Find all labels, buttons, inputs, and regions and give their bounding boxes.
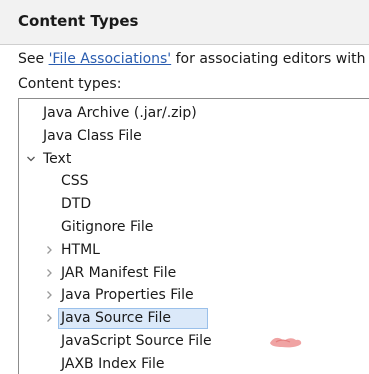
tree-item[interactable]: JAXB Index File — [19, 353, 369, 374]
chevron-right-icon[interactable] — [43, 284, 55, 306]
page-title: Content Types — [18, 12, 139, 30]
tree-item[interactable]: DTD — [19, 193, 369, 215]
tree-item-label: JAXB Index File — [61, 355, 165, 372]
description-text: See 'File Associations' for associating … — [18, 51, 365, 67]
tree-item[interactable]: Text — [19, 148, 369, 170]
chevron-right-icon[interactable] — [43, 239, 55, 261]
tree-item-label: Java Class File — [43, 127, 142, 144]
description-prefix: See — [18, 51, 49, 67]
tree-item[interactable]: Java Properties File — [19, 284, 369, 306]
tree-item-label: JavaScript Source File — [61, 333, 212, 349]
tree-item-label: DTD — [61, 196, 92, 213]
tree-item[interactable]: Java Archive (.jar/.zip) — [19, 102, 369, 124]
cursor-smudge — [270, 337, 302, 348]
chevron-right-icon[interactable] — [43, 307, 55, 329]
content-types-label: Content types: — [18, 76, 122, 92]
page-header: Content Types — [0, 0, 369, 45]
content-types-page: Content Types See 'File Associations' fo… — [0, 0, 369, 374]
tree-item-label: CSS — [61, 173, 89, 190]
tree-item-label: Text — [43, 150, 72, 167]
chevron-down-icon[interactable] — [25, 148, 37, 170]
tree-item-label: HTML — [61, 241, 100, 258]
file-associations-link[interactable]: 'File Associations' — [49, 51, 172, 67]
tree-item-label: Gitignore File — [61, 219, 154, 235]
tree-item[interactable]: Java Class File — [19, 125, 369, 147]
tree-item[interactable]: Java Source File — [19, 307, 369, 330]
tree-item[interactable]: HTML — [19, 239, 369, 261]
tree-item-label: Java Properties File — [61, 287, 194, 304]
tree-item-label: JAR Manifest File — [61, 264, 177, 281]
tree-item[interactable]: Gitignore File — [19, 216, 369, 238]
tree-item[interactable]: CSS — [19, 170, 369, 192]
tree-item[interactable]: JavaScript Source File — [19, 330, 369, 352]
description-suffix: for associating editors with — [171, 51, 366, 67]
tree-item-label: Java Source File — [61, 310, 171, 327]
tree-item-label: Java Archive (.jar/.zip) — [43, 105, 197, 121]
chevron-right-icon[interactable] — [43, 262, 55, 284]
tree-item[interactable]: JAR Manifest File — [19, 262, 369, 284]
content-types-tree[interactable]: Java Archive (.jar/.zip) Java Class File T… — [18, 98, 369, 374]
